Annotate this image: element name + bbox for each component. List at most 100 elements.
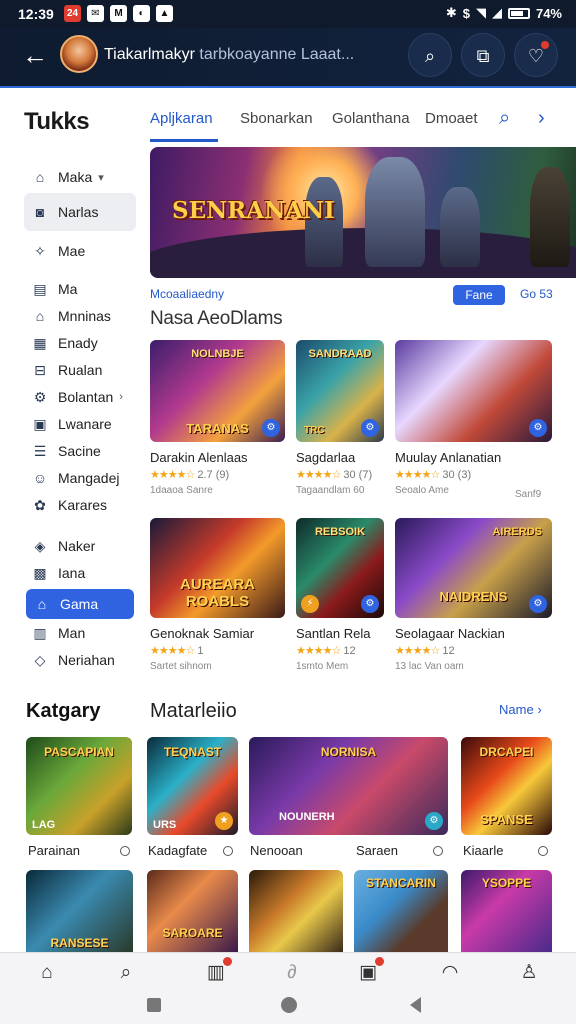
sidebar-item-mae[interactable]: ✧ Mae [24, 232, 136, 270]
category-title: Katgary [26, 700, 101, 722]
category-tile[interactable]: TEQNAST URS ★ [147, 737, 238, 835]
tab-golanthana[interactable]: Golanthana [332, 110, 410, 127]
star-rating: ★★★★☆ [150, 469, 195, 481]
car-icon: ⊟ [34, 362, 46, 378]
recents-icon[interactable] [147, 998, 161, 1012]
link-icon[interactable]: ∂ [280, 961, 304, 985]
cog-icon: ✿ [34, 497, 46, 513]
avatar[interactable] [60, 35, 98, 73]
tab-sbonarkan[interactable]: Sbonarkan [240, 110, 313, 127]
chat-icon[interactable]: ◠ [438, 961, 462, 985]
category-label: Kiaarle [463, 843, 504, 858]
sidebar-item-label: Gama [60, 596, 99, 612]
tile-caption: LAG [32, 819, 56, 831]
search-icon[interactable]: ⌕ [114, 961, 138, 985]
category-tile[interactable]: SAROARE [147, 870, 238, 952]
radio-icon[interactable] [120, 846, 130, 856]
game-card[interactable]: NOLNBJE TARANAS ⚙ Darakin Alenlaas ★★★★☆… [150, 340, 285, 496]
back-arrow-icon[interactable]: ← [22, 40, 48, 70]
thumbnail-title: NOLNBJE [191, 348, 244, 360]
tile-caption: NOUNERH [279, 811, 335, 823]
category-subtitle: Matarleiio [150, 700, 237, 722]
game-name: Genoknak Samiar [150, 626, 255, 641]
tag-icon: ◇ [34, 652, 46, 668]
game-thumbnail: AIRERDS NAIDRENS ⚙ [395, 518, 552, 618]
search-icon: ⌕ [424, 46, 436, 66]
game-card[interactable]: SANDRAAD TRC ⚙ Sagdarlaa ★★★★☆ 30 (7) Ta… [296, 340, 384, 496]
category-label: Kadagfate [148, 843, 208, 858]
category-tile[interactable]: RANSESE [26, 870, 133, 952]
hero-banner[interactable]: SENRANANI [150, 147, 576, 278]
chevron-right-icon[interactable]: › [538, 107, 545, 130]
camera-icon: ◙ [35, 204, 45, 220]
category-tile[interactable]: NORNISA NOUNERH ⚙ [249, 737, 448, 835]
heart-icon: ♡ [527, 46, 545, 66]
sidebar-item-neriahan[interactable]: ◇ Neriahan [24, 641, 136, 679]
radio-icon[interactable] [538, 846, 548, 856]
list-icon: ☰ [33, 443, 47, 459]
featured-title: Nasa AeoDlams [150, 308, 283, 329]
sidebar-item-narlas[interactable]: ◙ Narlas [24, 193, 136, 231]
search-button[interactable]: ⌕ [408, 33, 452, 77]
featured-button[interactable]: Fane [453, 285, 505, 305]
app-title-sub: tarbkoayanne Laaat... [199, 46, 355, 63]
featured-link[interactable]: Go 53 [520, 287, 553, 301]
app-icon: ◐ [133, 5, 150, 22]
brand-title: Tukks [24, 108, 90, 135]
sidebar-item-karares[interactable]: ✿ Karares [24, 486, 136, 524]
wifi-icon: ◥ [475, 5, 486, 20]
battery-percent: 74% [535, 5, 562, 21]
tab-apljkaran[interactable]: Apljkaran [150, 110, 213, 127]
home-button-icon[interactable] [281, 997, 297, 1013]
game-thumbnail: NOLNBJE TARANAS ⚙ [150, 340, 285, 442]
category-tile[interactable] [249, 870, 343, 952]
back-icon[interactable] [410, 997, 421, 1013]
radio-icon[interactable] [223, 846, 233, 856]
game-card[interactable]: ⚙ Muulay Anlanatian ★★★★☆ 30 (3) Seoalo … [395, 340, 552, 496]
sidebar-item-label: Lwanare [58, 416, 112, 432]
game-card[interactable]: AUREARA ROABLS Genoknak Samiar ★★★★☆ 1 S… [150, 518, 285, 672]
star-rating: ★★★★☆ [150, 645, 195, 657]
category-tile[interactable]: YSOPPE [461, 870, 552, 952]
game-name: Seolagaar Nackian [395, 626, 505, 641]
game-thumbnail: SANDRAAD TRC ⚙ [296, 340, 384, 442]
library-icon[interactable]: ▥ [204, 957, 232, 985]
category-tile[interactable]: STANCARIN [354, 870, 448, 952]
profile-icon[interactable]: ♙ [517, 961, 541, 985]
picture-icon: ▩ [33, 565, 47, 581]
sidebar: Tukks ⌂ Maka ▾ ◙ Narlas ✧ Mae ▤ Ma ⌂ Mnninas ▦… [0, 88, 144, 678]
home-icon: ⌂ [35, 169, 45, 185]
category-tile[interactable]: PASCAPIAN LAG [26, 737, 132, 835]
see-more-link[interactable]: Name › [499, 702, 542, 717]
sidebar-item-iana[interactable]: ▩ Iana [24, 554, 136, 592]
hero-character [365, 157, 425, 267]
app-bar: ← Tiakarlmakyr tarbkoayanne Laaat... ⌕ ⧉… [0, 28, 576, 86]
see-more-label: Name [499, 702, 534, 717]
system-nav-bar [0, 992, 576, 1024]
notifications-button[interactable]: ♡ [514, 33, 558, 77]
game-meta-extra: Sanf9 [515, 489, 542, 500]
game-rating: ★★★★☆ 2.7 (9) [150, 468, 285, 481]
home-icon[interactable]: ⌂ [35, 961, 59, 985]
game-rating: ★★★★☆ 12 [395, 644, 552, 657]
notification-dot [223, 957, 232, 966]
game-card[interactable]: REBSOIK ⚡ ⚙ Santlan Rela ★★★★☆ 12 1smto … [296, 518, 384, 672]
category-label: Parainan [28, 843, 81, 858]
bluetooth-icon: ✱ [445, 5, 457, 20]
share-button[interactable]: ⧉ [461, 33, 505, 77]
game-card[interactable]: AIRERDS NAIDRENS ⚙ Seolagaar Nackian ★★★… [395, 518, 552, 672]
game-meta: 13 lac Van oam [395, 661, 464, 672]
signal-icon: ◢ [491, 5, 502, 20]
sidebar-item-label: Mangadej [58, 470, 120, 486]
tile-title: TEQNAST [163, 745, 222, 759]
tab-dmoaet[interactable]: Dmoaet [425, 110, 478, 127]
category-tile[interactable]: DRCAPEI SPANSE [461, 737, 552, 835]
rating-value: 1 [197, 645, 204, 657]
sidebar-item-maka[interactable]: ⌂ Maka ▾ [24, 158, 136, 196]
radio-icon[interactable] [433, 846, 443, 856]
search-icon[interactable]: ⌕ [499, 107, 510, 130]
notification-icon: 24 [64, 5, 81, 22]
inbox-icon[interactable]: ▣ [356, 957, 384, 985]
tile-title: PASCAPIAN [44, 745, 114, 759]
chevron-down-icon: ▾ [98, 171, 104, 184]
